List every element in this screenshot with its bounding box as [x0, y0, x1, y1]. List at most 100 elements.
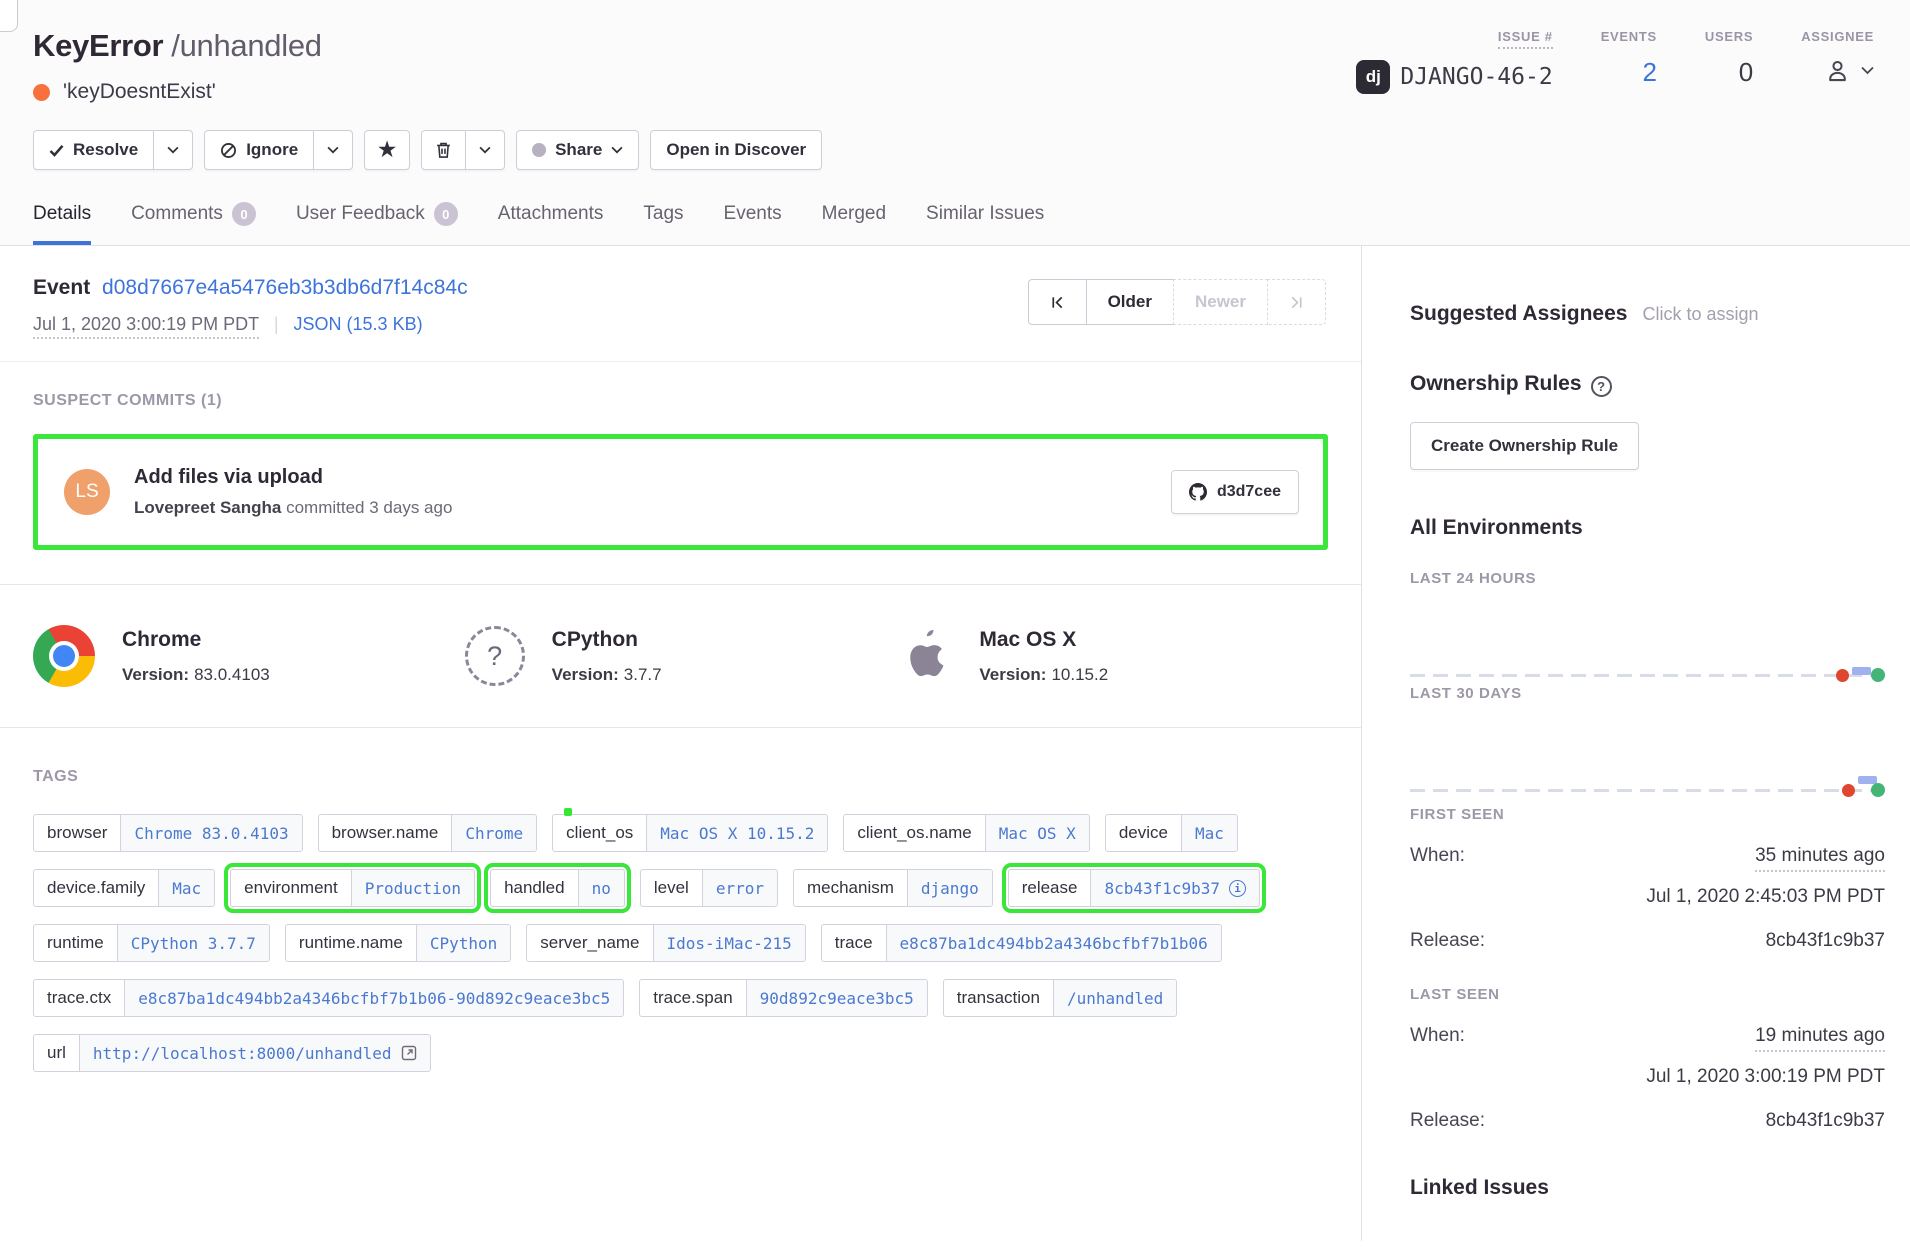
- commit-sha-button[interactable]: d3d7cee: [1171, 470, 1299, 514]
- last-30-days-label: LAST 30 DAYS: [1410, 685, 1885, 702]
- events-count[interactable]: 2: [1601, 57, 1657, 88]
- commit-title: Add files via upload: [134, 466, 452, 489]
- tab-label: Events: [724, 203, 782, 225]
- tab-attachments[interactable]: Attachments: [498, 202, 604, 245]
- tabs: Details Comments0 User Feedback0 Attachment…: [33, 202, 1874, 245]
- tab-tags[interactable]: Tags: [643, 202, 683, 245]
- tag-pill-trace.span: trace.span90d892c9eace3bc5: [639, 979, 928, 1017]
- first-seen-absolute: Jul 1, 2020 2:45:03 PM PDT: [1410, 886, 1885, 908]
- tag-value-link[interactable]: Chrome: [451, 815, 536, 851]
- tag-value-link[interactable]: e8c87ba1dc494bb2a4346bcfbf7b1b06: [886, 925, 1221, 961]
- tag-value-link[interactable]: Mac OS X: [985, 815, 1089, 851]
- tab-label: Merged: [822, 203, 886, 225]
- open-in-discover-button[interactable]: Open in Discover: [650, 130, 822, 170]
- older-event-button[interactable]: Older: [1086, 279, 1174, 325]
- tag-value-text: Mac OS X: [999, 824, 1076, 843]
- tag-value-link[interactable]: Chrome 83.0.4103: [120, 815, 301, 851]
- tag-value-link[interactable]: Mac: [158, 870, 214, 906]
- delete-dropdown-button[interactable]: [465, 130, 505, 170]
- suspect-commit-highlight-box: LS Add files via upload Lovepreet Sangha…: [33, 434, 1328, 550]
- assignee-selector[interactable]: [1801, 57, 1874, 84]
- events-sparkline-30d: [1410, 702, 1885, 798]
- oldest-event-button[interactable]: [1028, 279, 1087, 325]
- tab-similar-issues[interactable]: Similar Issues: [926, 202, 1044, 245]
- first-seen-release-link[interactable]: 8cb43f1c9b37: [1766, 930, 1885, 952]
- tag-pill-browser: browserChrome 83.0.4103: [33, 814, 303, 852]
- tag-value-link[interactable]: CPython 3.7.7: [117, 925, 269, 961]
- green-tick-marker: [564, 808, 572, 816]
- tag-value-link[interactable]: Mac OS X 10.15.2: [646, 815, 827, 851]
- tags-label: TAGS: [33, 768, 1328, 786]
- info-icon[interactable]: i: [1229, 880, 1246, 897]
- tab-user-feedback[interactable]: User Feedback0: [296, 202, 458, 245]
- bookmark-star-button[interactable]: ★: [364, 130, 410, 170]
- commit-sha-label: d3d7cee: [1217, 483, 1281, 501]
- suggested-assignees-hint: Click to assign: [1642, 304, 1758, 325]
- context-runtime: ? CPython Version:3.7.7: [465, 625, 897, 687]
- tag-key: trace: [822, 925, 886, 961]
- latest-release-marker-green-dot: [1871, 668, 1885, 682]
- help-icon[interactable]: ?: [1591, 376, 1612, 397]
- tag-value-text: 8cb43f1c9b37: [1104, 879, 1220, 898]
- issue-number-label: ISSUE #: [1498, 29, 1553, 49]
- share-button[interactable]: Share: [516, 130, 639, 170]
- tab-details[interactable]: Details: [33, 202, 91, 245]
- commit-row: LS Add files via upload Lovepreet Sangha…: [38, 439, 1323, 545]
- create-ownership-rule-button[interactable]: Create Ownership Rule: [1410, 422, 1639, 470]
- divider: |: [274, 314, 279, 334]
- tag-value-link[interactable]: no: [578, 870, 624, 906]
- tag-value-link[interactable]: 90d892c9eace3bc5: [746, 980, 927, 1016]
- ignore-dropdown-button[interactable]: [313, 130, 353, 170]
- ignore-label: Ignore: [246, 140, 298, 160]
- tab-events[interactable]: Events: [724, 202, 782, 245]
- context-name: CPython: [552, 628, 662, 652]
- skip-to-newest-button[interactable]: [1267, 279, 1326, 325]
- tag-pill-device: deviceMac: [1105, 814, 1238, 852]
- tag-value-link[interactable]: http://localhost:8000/unhandled: [79, 1035, 430, 1071]
- tag-value-link[interactable]: Mac: [1181, 815, 1237, 851]
- tags-section: TAGS browserChrome 83.0.4103 browser.name…: [0, 728, 1361, 1112]
- release-label: Release:: [1410, 930, 1485, 952]
- context-name: Mac OS X: [979, 628, 1108, 652]
- tag-value-link[interactable]: /unhandled: [1053, 980, 1176, 1016]
- resolve-button-group: Resolve: [33, 130, 193, 170]
- tag-pill-release: release8cb43f1c9b37i: [1008, 869, 1260, 907]
- event-id-link[interactable]: d08d7667e4a5476eb3b3db6d7f14c84c: [102, 276, 468, 299]
- tag-pill-runtime.name: runtime.nameCPython: [285, 924, 511, 962]
- unknown-runtime-icon: ?: [465, 626, 525, 686]
- last-seen-release-link[interactable]: 8cb43f1c9b37: [1766, 1110, 1885, 1132]
- tag-value-link[interactable]: django: [907, 870, 992, 906]
- tag-value-text: Mac OS X 10.15.2: [660, 824, 814, 843]
- delete-button-group: [421, 130, 505, 170]
- newer-event-button[interactable]: Newer: [1173, 279, 1268, 325]
- ignore-button[interactable]: Ignore: [204, 130, 314, 170]
- resolve-dropdown-button[interactable]: [153, 130, 193, 170]
- context-name: Chrome: [122, 628, 270, 652]
- issue-stats: ISSUE # dj DJANGO-46-2 EVENTS 2 USERS 0 …: [1308, 28, 1874, 94]
- tab-label: Similar Issues: [926, 203, 1044, 225]
- tag-value-link[interactable]: CPython: [416, 925, 510, 961]
- tag-key: browser.name: [319, 815, 452, 851]
- tag-value-link[interactable]: 8cb43f1c9b37 i: [1090, 870, 1259, 906]
- tag-value-link[interactable]: Production: [351, 870, 474, 906]
- tag-value-text: Mac: [172, 879, 201, 898]
- tag-value-link[interactable]: Idos-iMac-215: [653, 925, 805, 961]
- users-count[interactable]: 0: [1705, 57, 1753, 88]
- resolve-button[interactable]: Resolve: [33, 130, 154, 170]
- last-seen-label: LAST SEEN: [1410, 986, 1885, 1003]
- chevron-down-icon: [1861, 66, 1874, 75]
- tab-merged[interactable]: Merged: [822, 202, 886, 245]
- when-label: When:: [1410, 1025, 1465, 1047]
- action-bar: Resolve Ignore ★: [33, 130, 1874, 170]
- tag-value-text: Mac: [1195, 824, 1224, 843]
- tag-value-link[interactable]: e8c87ba1dc494bb2a4346bcfbf7b1b06-90d892c…: [124, 980, 623, 1016]
- event-json-link[interactable]: JSON (15.3 KB): [294, 314, 423, 334]
- delete-button[interactable]: [421, 130, 466, 170]
- last-24-hours-label: LAST 24 HOURS: [1410, 570, 1885, 587]
- tab-comments[interactable]: Comments0: [131, 202, 256, 245]
- external-link-icon[interactable]: [401, 1045, 417, 1061]
- tag-key: trace.ctx: [34, 980, 124, 1016]
- tag-pill-server_name: server_nameIdos-iMac-215: [526, 924, 805, 962]
- tag-value-text: CPython 3.7.7: [131, 934, 256, 953]
- tag-value-link[interactable]: error: [702, 870, 777, 906]
